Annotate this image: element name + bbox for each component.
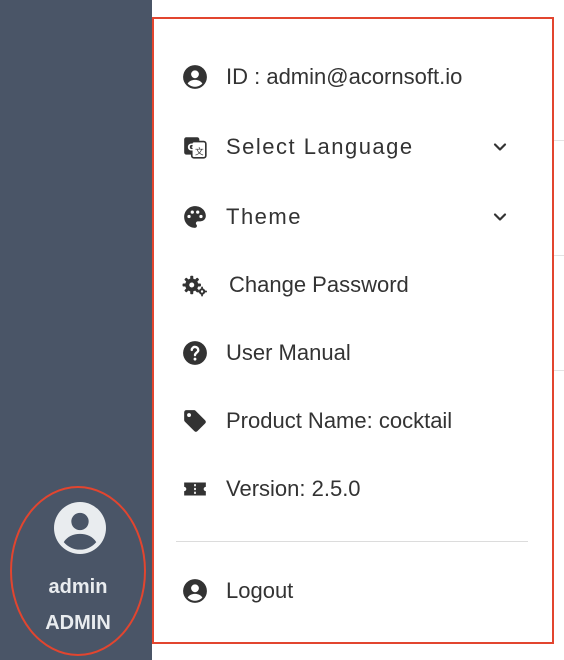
sidebar: admin ADMIN [0,0,152,660]
palette-icon [182,204,208,230]
account-circle-icon [182,578,208,604]
menu-item-change-password[interactable]: Change Password [154,265,552,305]
user-name: admin [48,576,108,598]
menu-item-logout-label: Logout [226,578,294,603]
menu-item-select-language-label: Select Language [226,134,414,159]
menu-item-theme-label: Theme [226,204,302,229]
menu-item-user-manual-label: User Manual [226,340,351,365]
menu-item-select-language[interactable]: G文 Select Language [154,127,552,167]
chevron-down-icon[interactable] [492,209,508,225]
menu-item-version-label: Version: 2.5.0 [226,476,361,501]
menu-item-id-label: ID : admin@acornsoft.io [226,64,463,89]
menu-item-logout[interactable]: Logout [154,571,552,611]
chevron-down-icon[interactable] [492,139,508,155]
tag-icon [182,408,208,434]
menu-item-product-name: Product Name: cocktail [154,401,552,441]
menu-item-user-manual[interactable]: User Manual [154,333,552,373]
menu-item-version: Version: 2.5.0 [154,469,552,509]
gears-icon [182,272,208,298]
menu-item-change-password-label: Change Password [229,272,409,297]
menu-item-id: ID : admin@acornsoft.io [154,57,552,97]
menu-divider [176,541,528,542]
menu-item-product-name-label: Product Name: cocktail [226,408,453,433]
user-avatar-icon [54,502,106,554]
menu-item-theme[interactable]: Theme [154,197,552,237]
user-profile-button[interactable]: admin ADMIN [10,486,146,656]
translate-icon: G文 [182,134,208,160]
svg-text:文: 文 [195,146,204,158]
ticket-icon [182,476,208,502]
user-menu-dropdown: ID : admin@acornsoft.io G文 Select Langua… [152,17,554,644]
account-circle-icon [182,64,208,90]
help-circle-icon [182,340,208,366]
user-role: ADMIN [45,612,111,634]
